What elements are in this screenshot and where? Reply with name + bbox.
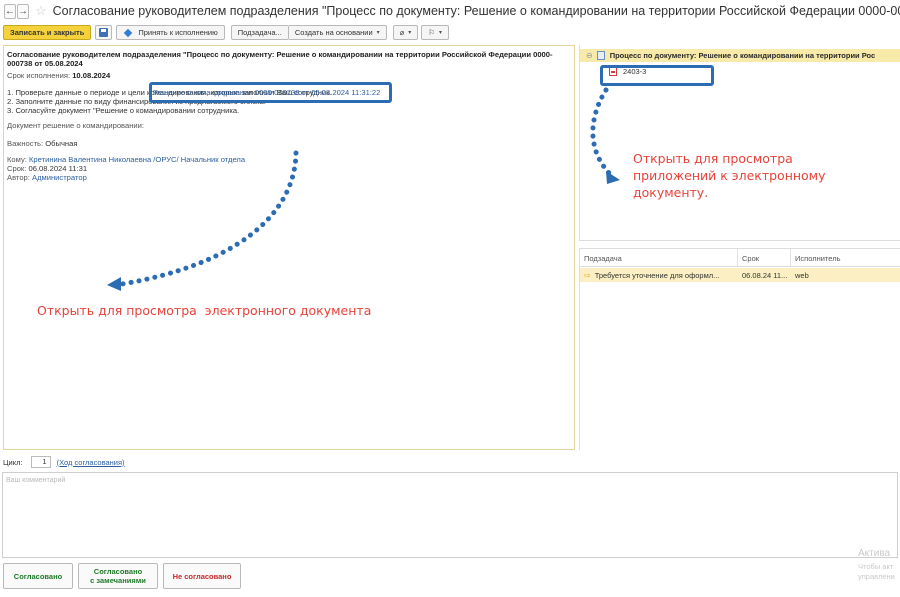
subtask-button[interactable]: Подзадача... [230, 25, 289, 40]
save-close-button[interactable]: Записать и закрыть [3, 25, 92, 40]
comment-field[interactable]: Ваш комментарий [2, 472, 898, 558]
attachment-hint-line: документу. [633, 185, 709, 200]
approval-progress-link[interactable]: (Ход согласования) [57, 458, 125, 467]
approve-button[interactable]: Согласовано [3, 563, 73, 589]
window-title: Согласование руководителем подразделения… [52, 4, 900, 18]
author-link[interactable]: Администратор [32, 173, 87, 182]
attach-button[interactable]: ⌀ ▾ [392, 25, 419, 40]
subtask-due: 06.08.24 11... [742, 270, 788, 280]
floppy-icon [99, 28, 109, 37]
accept-icon [124, 28, 133, 37]
arrow-right-icon: ⇨ [584, 270, 591, 280]
action-bar: Согласовано Согласовано с замечаниями Не… [0, 563, 900, 593]
document-pane: Согласование руководителем подразделения… [3, 45, 575, 450]
attachment-hint-line: приложений к электронному [633, 168, 826, 183]
comment-placeholder: Ваш комментарий [6, 477, 66, 484]
subtask-cell: ⇨ Требуется уточнение для оформл... [580, 271, 738, 280]
attachment-hint-line: Открыть для просмотра [633, 151, 793, 166]
back-button[interactable]: ← [4, 3, 16, 19]
flag-icon: ⚐ [428, 28, 435, 37]
chevron-down-icon: ▾ [438, 30, 442, 36]
save-button[interactable] [95, 25, 113, 40]
activation-line: управлени [858, 572, 895, 581]
document-title: Согласование руководителем подразделения… [7, 50, 553, 68]
toolbar: Записать и закрыть Принять к исполнению … [0, 24, 449, 41]
document-link-highlight [149, 82, 392, 103]
create-based-label: Создать на основании [294, 28, 373, 37]
deadline-value: 10.08.2024 [72, 71, 111, 80]
attachment-hint: Открыть для просмотра приложений к элект… [633, 150, 826, 201]
star-icon[interactable]: ☆ [35, 3, 47, 19]
approve-with-remarks-line1: Согласовано [93, 567, 143, 576]
attachments-pane: ⊖ Процесс по документу: Решение о команд… [579, 45, 900, 241]
flag-button[interactable]: ⚐ ▾ [421, 25, 449, 40]
attachments-header[interactable]: ⊖ Процесс по документу: Решение о команд… [580, 49, 900, 62]
document-hint: Открыть для просмотра электронного докум… [37, 303, 372, 318]
title-bar: ← → ☆ Согласование руководителем подразд… [0, 0, 900, 22]
cycle-field[interactable]: 1 [30, 456, 51, 468]
due-label: Срок: [7, 164, 27, 173]
recipient-row: Кому: Кретинина Валентина Николаевна /ОР… [7, 155, 571, 164]
collapse-icon[interactable]: ⊖ [586, 51, 593, 60]
chevron-down-icon: ▾ [376, 30, 380, 36]
column-header-executor[interactable]: Исполнитель [791, 249, 900, 266]
chevron-down-icon: ▾ [408, 30, 412, 36]
accept-label: Принять к исполнению [138, 28, 218, 37]
deadline-label: Срок исполнения: [7, 71, 71, 80]
paperclip-icon: ⌀ [399, 28, 405, 37]
subtask-executor: web [795, 270, 809, 280]
cycle-row: Цикл: 1 (Ход согласования) [3, 456, 125, 468]
deadline-row: Срок исполнения: 10.08.2024 [7, 71, 571, 80]
approve-with-remarks-button[interactable]: Согласовано с замечаниями [78, 563, 158, 589]
create-based-button[interactable]: Создать на основании ▾ [288, 25, 387, 40]
reject-button[interactable]: Не согласовано [163, 563, 241, 589]
activation-line: Чтобы акт [858, 562, 894, 571]
recipient-link[interactable]: Кретинина Валентина Николаевна /ОРУС/ На… [29, 155, 245, 164]
due-row: Срок: 06.08.2024 11:31 [7, 164, 571, 173]
activation-title: Актива [858, 548, 891, 559]
author-row: Автор: Администратор [7, 173, 571, 182]
importance-label: Важность: [7, 139, 44, 148]
forward-button[interactable]: → [17, 3, 29, 19]
instruction-step: 3. Согласуйте документ "Решение о команд… [7, 106, 240, 115]
recipient-label: Кому: [7, 155, 27, 164]
due-value: 06.08.2024 11:31 [28, 164, 88, 173]
arrow-right-icon: → [18, 5, 28, 17]
attachments-header-title: Процесс по документу: Решение о командир… [609, 51, 876, 60]
subtasks-grid: Подзадача Срок Исполнитель ⇨ Требуется ут… [579, 248, 900, 450]
column-header-subtask[interactable]: Подзадача [580, 249, 738, 266]
windows-activation-watermark: Актива Чтобы акт управлени [858, 548, 900, 581]
subtask-name: Требуется уточнение для оформл... [594, 270, 720, 280]
document-link-label: Документ решение о командировании: [7, 121, 145, 130]
column-header-due[interactable]: Срок [738, 249, 791, 266]
arrow-left-icon: ← [5, 5, 15, 17]
importance-row: Важность: Обычная [7, 139, 571, 148]
author-label: Автор: [7, 173, 30, 182]
attachment-highlight [600, 65, 714, 86]
document-icon [596, 51, 605, 60]
accept-button[interactable]: Принять к исполнению [116, 25, 225, 40]
approve-with-remarks-line2: с замечаниями [90, 576, 146, 585]
importance-value: Обычная [45, 139, 78, 148]
document-link-row: Документ решение о командировании: [7, 121, 571, 130]
grid-header: Подзадача Срок Исполнитель [580, 249, 900, 267]
table-row[interactable]: ⇨ Требуется уточнение для оформл... 06.08… [580, 268, 900, 282]
cycle-label: Цикл: [3, 457, 23, 467]
